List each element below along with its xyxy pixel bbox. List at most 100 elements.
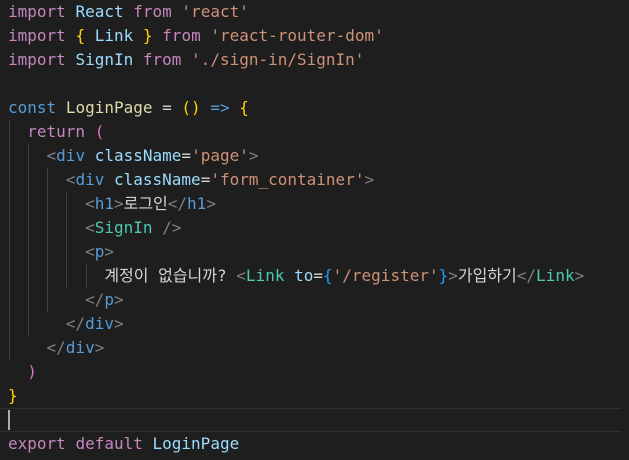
code-token: }	[142, 26, 153, 45]
code-token: 로그인	[123, 194, 168, 213]
code-token: 가입하기	[457, 266, 517, 285]
code-token: <	[236, 266, 246, 285]
code-line[interactable]: </div>	[0, 336, 629, 360]
code-token: LoginPage	[152, 434, 240, 453]
code-token: div	[56, 146, 86, 165]
code-line[interactable]	[0, 408, 621, 432]
code-line[interactable]: </p>	[0, 288, 629, 312]
code-line[interactable]: <div className='form_container'>	[0, 168, 629, 192]
code-line[interactable]: import React from 'react'	[0, 0, 629, 24]
code-token: }	[8, 386, 18, 405]
code-token: >	[104, 242, 114, 261]
code-token: >	[113, 194, 124, 213]
code-token: >	[113, 290, 124, 309]
code-token: </	[516, 266, 537, 285]
code-line[interactable]: 계정이 없습니까? <Link to={'/register'}>가입하기</L…	[0, 264, 629, 288]
code-token: >	[364, 170, 375, 189]
code-token: '/register'	[332, 266, 439, 285]
code-token: =>	[210, 98, 230, 117]
code-token: <	[65, 170, 76, 189]
code-editor[interactable]: import React from 'react' import { Link }…	[0, 0, 629, 460]
code-token: './sign-in/SignIn'	[191, 50, 365, 69]
code-token: <	[85, 218, 95, 237]
code-token: >	[113, 314, 124, 333]
code-token: className	[94, 146, 182, 165]
code-line[interactable]: <div className='page'>	[0, 144, 629, 168]
code-token: return	[27, 122, 86, 141]
code-token: </	[46, 338, 66, 357]
code-line[interactable]: )	[0, 360, 629, 384]
code-line[interactable]: import SignIn from './sign-in/SignIn'	[0, 48, 629, 72]
code-token: 'page'	[191, 146, 249, 165]
code-token: <	[85, 194, 95, 213]
code-token: export	[8, 434, 66, 453]
code-token: from	[133, 2, 172, 21]
code-token: =	[200, 170, 211, 189]
code-token: <	[85, 242, 95, 261]
code-token: h1	[94, 194, 114, 213]
code-token: Link	[536, 266, 575, 285]
code-token: div	[85, 314, 114, 333]
code-line[interactable]: <SignIn />	[0, 216, 629, 240]
code-token: React	[75, 2, 124, 21]
code-line[interactable]	[0, 72, 629, 96]
code-token: {	[75, 26, 86, 45]
code-token: </	[85, 290, 105, 309]
code-line[interactable]: export default LoginPage	[0, 432, 629, 456]
code-token: =	[313, 266, 323, 285]
code-token: import	[8, 50, 66, 69]
code-token: SignIn	[75, 50, 134, 69]
code-token: import	[8, 2, 66, 21]
code-line[interactable]: }	[0, 384, 629, 408]
code-token: 'form_container'	[210, 170, 365, 189]
code-token: =	[181, 146, 192, 165]
code-token: }	[438, 266, 449, 285]
code-token: <	[46, 146, 57, 165]
code-line[interactable]: </div>	[0, 312, 629, 336]
code-token: ()	[181, 98, 201, 117]
code-line[interactable]: return (	[0, 120, 629, 144]
code-token: >	[206, 194, 216, 213]
code-line[interactable]: const LoginPage = () => {	[0, 96, 629, 120]
code-token: default	[75, 434, 143, 453]
code-token: </	[167, 194, 188, 213]
code-token: 계정이 없습니까?	[104, 266, 237, 285]
code-token: import	[8, 26, 66, 45]
code-token: className	[113, 170, 201, 189]
code-line[interactable]: import { Link } from 'react-router-dom'	[0, 24, 629, 48]
code-line[interactable]: <h1>로그인</h1>	[0, 192, 629, 216]
code-token: const	[8, 98, 57, 117]
code-token: >	[248, 146, 259, 165]
code-token: h1	[187, 194, 207, 213]
code-token: SignIn	[94, 218, 153, 237]
code-line[interactable]: <p>	[0, 240, 629, 264]
code-token: from	[142, 50, 182, 69]
code-token: </	[65, 314, 86, 333]
code-token: {	[239, 98, 249, 117]
